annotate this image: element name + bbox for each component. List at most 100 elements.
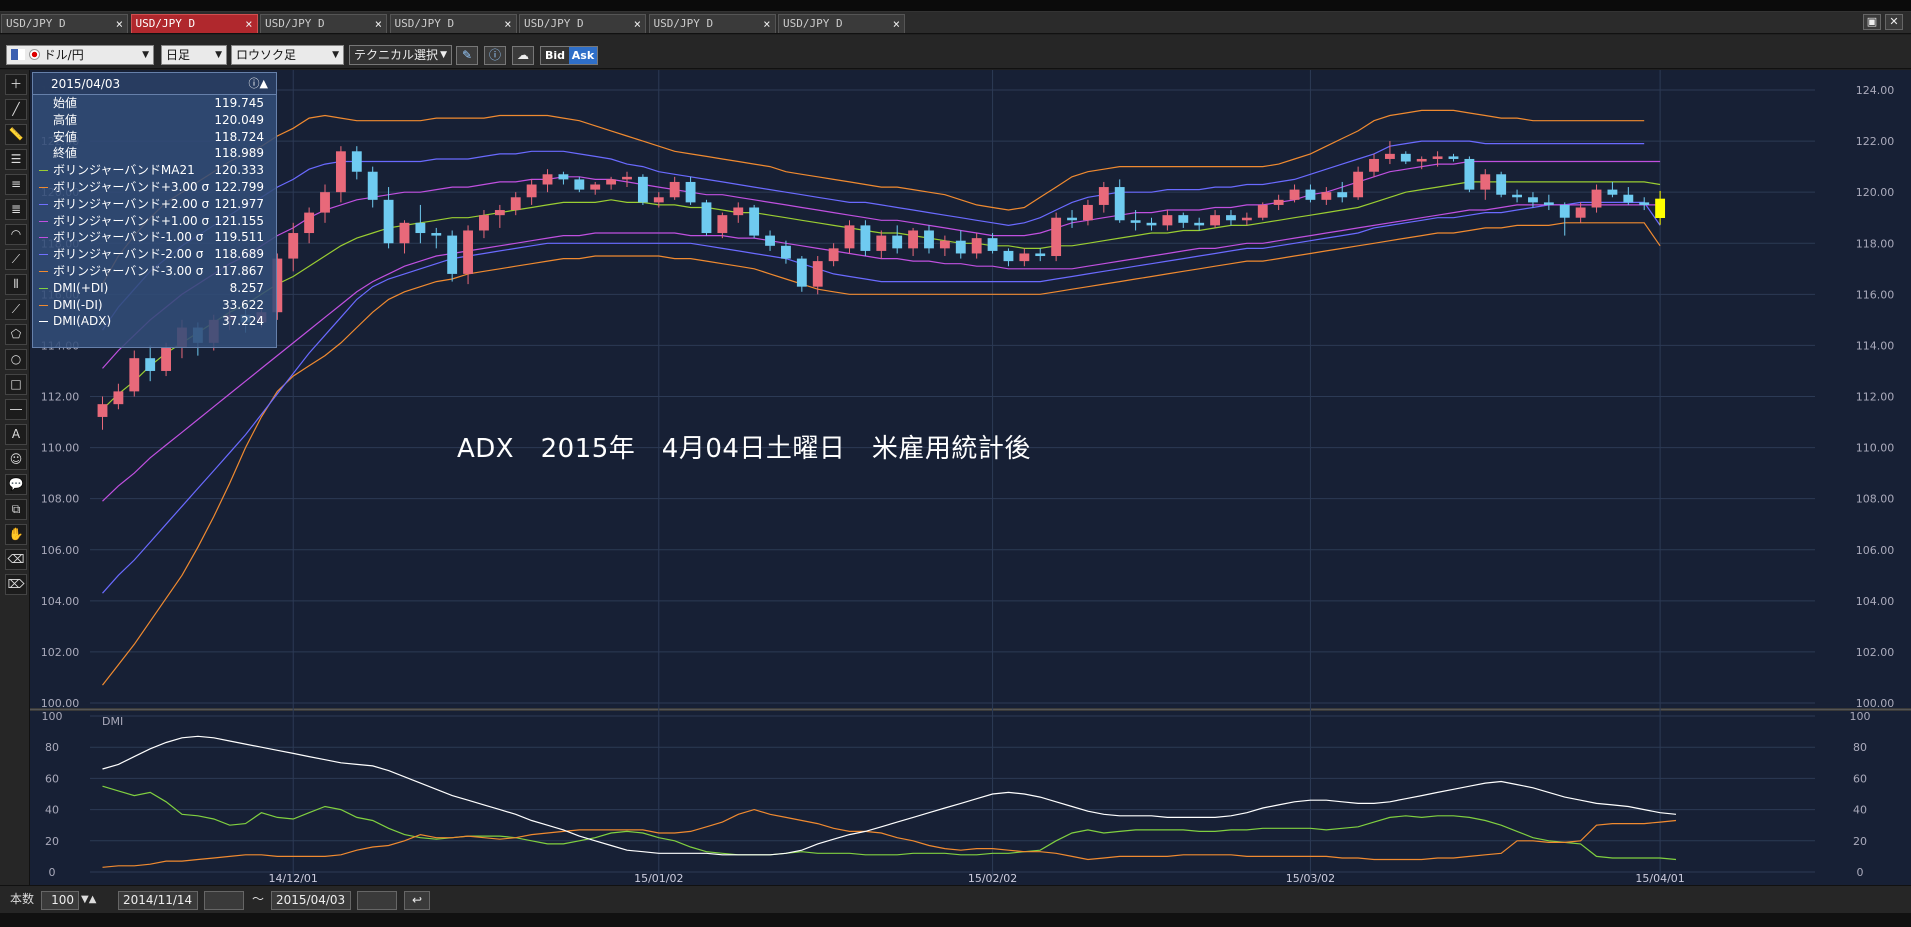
close-icon[interactable]: ×	[634, 15, 641, 33]
ruler-icon[interactable]: 📏	[5, 124, 27, 145]
candle-body	[1305, 189, 1316, 200]
candle-body	[1130, 220, 1141, 223]
y-tick-label: 102.00	[1856, 646, 1895, 659]
period-label: 日足	[166, 48, 191, 62]
tab-7[interactable]: USD/JPY D ×	[778, 14, 905, 33]
candle-body	[685, 181, 696, 203]
bid-button[interactable]: Bid	[541, 47, 569, 64]
info-icon[interactable]: ⓘ	[484, 46, 506, 65]
candle-body	[1337, 192, 1348, 198]
horizontal-lines-icon[interactable]: ☰	[5, 149, 27, 170]
candle-body	[335, 151, 346, 193]
tab-5[interactable]: USD/JPY D ×	[519, 14, 646, 33]
info-row: ボリンジャーバンド-3.00 σ 117.867	[33, 263, 276, 280]
period-select[interactable]: 日足 ▼	[161, 45, 227, 65]
info-row: ボリンジャーバンド-1.00 σ 119.511	[33, 229, 276, 246]
candle-body	[574, 179, 585, 190]
technical-select[interactable]: テクニカル選択 ▼	[349, 45, 452, 65]
info-label: ボリンジャーバンド-3.00 σ	[53, 263, 204, 278]
bid-ask-toggle[interactable]: Bid Ask	[540, 46, 598, 65]
candle-body	[765, 235, 775, 246]
info-label: ボリンジャーバンド+3.00 σ	[53, 179, 210, 194]
candle-body	[939, 240, 950, 249]
candle-body	[1543, 202, 1554, 205]
price-chart[interactable]: 124.00124.00122.00122.00120.00120.00118.…	[30, 70, 1911, 885]
emoji-icon[interactable]: ☺	[5, 449, 27, 470]
tab-1[interactable]: USD/JPY D ×	[1, 14, 128, 33]
vertical-lines-icon[interactable]: ⦀	[5, 274, 27, 295]
legend-swatch	[39, 254, 48, 256]
candle-body	[431, 233, 442, 236]
close-icon[interactable]: ×	[245, 15, 252, 33]
fib-fan-icon[interactable]: ≣	[5, 199, 27, 220]
candle-body	[320, 192, 330, 213]
horizontal-line-icon[interactable]: ―	[5, 399, 27, 420]
currency-pair-select[interactable]: ドル/円 ▼	[6, 45, 154, 65]
y-tick-label: 124.00	[1856, 84, 1895, 97]
circle-icon[interactable]: ○	[5, 349, 27, 370]
restore-window-button[interactable]: ▣	[1863, 14, 1881, 30]
hand-icon[interactable]: ✋	[5, 524, 27, 545]
text-icon[interactable]: A	[5, 424, 27, 445]
info-row: ボリンジャーバンド+3.00 σ 122.799	[33, 179, 276, 196]
candle-body	[1575, 207, 1586, 218]
close-icon[interactable]: ×	[763, 15, 770, 33]
crosshair-icon[interactable]: ＋	[5, 74, 27, 95]
dmi-y-tick-label: 20	[1853, 835, 1867, 848]
eraser-all-icon[interactable]: ⌦	[5, 574, 27, 595]
fib-arc-icon[interactable]: ◠	[5, 224, 27, 245]
to-date-input[interactable]: 2015/04/03	[271, 891, 351, 910]
close-icon[interactable]: ×	[116, 15, 123, 33]
chat-icon[interactable]: 💬	[5, 474, 27, 495]
candle-body	[860, 225, 871, 251]
count-stepper-icon[interactable]: ▼▲	[81, 891, 96, 910]
tab-4[interactable]: USD/JPY D ×	[389, 14, 517, 33]
y-tick-label: 122.00	[1856, 135, 1895, 148]
ohlc-info-panel: 2015/04/03 ⓘ▲ 始値 119.745 高値 120.049 安値 118.72…	[32, 72, 277, 348]
chevron-down-icon: ▼	[215, 50, 222, 60]
legend-swatch	[39, 203, 48, 205]
candle-body	[351, 151, 362, 172]
count-input[interactable]: 100	[41, 891, 79, 910]
candle-body	[288, 233, 299, 259]
dmi-y-tick-label-left: 0	[49, 866, 56, 879]
rectangle-icon[interactable]: □	[5, 374, 27, 395]
ask-button[interactable]: Ask	[569, 47, 597, 64]
info-row: 終値 118.989	[33, 145, 276, 162]
candle-body	[161, 347, 172, 371]
tab-6[interactable]: USD/JPY D ×	[648, 14, 776, 33]
gann-fan-icon[interactable]: ⟋	[5, 249, 27, 270]
close-icon[interactable]: ×	[504, 15, 511, 33]
info-value: 119.745	[214, 96, 264, 110]
pitchfork-icon[interactable]: ⟋	[5, 299, 27, 320]
chevron-down-icon: ▼	[332, 50, 339, 60]
tab-3[interactable]: USD/JPY D ×	[260, 14, 387, 33]
pentagon-icon[interactable]: ⬠	[5, 324, 27, 345]
close-window-button[interactable]: ✕	[1885, 14, 1903, 30]
candle-body	[1607, 189, 1618, 195]
copy-icon[interactable]: ⧉	[5, 499, 27, 520]
fibonacci-icon[interactable]: ≡	[5, 174, 27, 195]
chart-type-select[interactable]: ロウソク足 ▼	[231, 45, 344, 65]
info-panel-header: 2015/04/03 ⓘ▲	[33, 73, 276, 95]
from-time-input[interactable]	[204, 891, 244, 910]
trendline-icon[interactable]: ╱	[5, 99, 27, 120]
jp-flag-icon	[28, 49, 40, 60]
y-tick-label-left: 108.00	[41, 493, 80, 506]
from-date-input[interactable]: 2014/11/14	[118, 891, 198, 910]
info-label: 安値	[53, 129, 78, 144]
to-time-input[interactable]	[357, 891, 397, 910]
area-chart-icon[interactable]: ☁	[512, 46, 534, 65]
candle-body	[701, 202, 712, 234]
pencil-icon[interactable]: ✎	[456, 46, 478, 65]
return-icon[interactable]: ↩	[404, 891, 430, 910]
candle-body	[1273, 199, 1284, 205]
eraser-icon[interactable]: ⌫	[5, 549, 27, 570]
tab-2[interactable]: USD/JPY D ×	[130, 14, 258, 33]
close-icon[interactable]: ×	[375, 15, 382, 33]
candle-body	[1162, 215, 1173, 226]
info-label: ボリンジャーバンド-1.00 σ	[53, 230, 204, 245]
panel-toggle-icon[interactable]: ⓘ▲	[249, 73, 268, 95]
candle-body	[145, 358, 156, 371]
close-icon[interactable]: ×	[893, 15, 900, 33]
